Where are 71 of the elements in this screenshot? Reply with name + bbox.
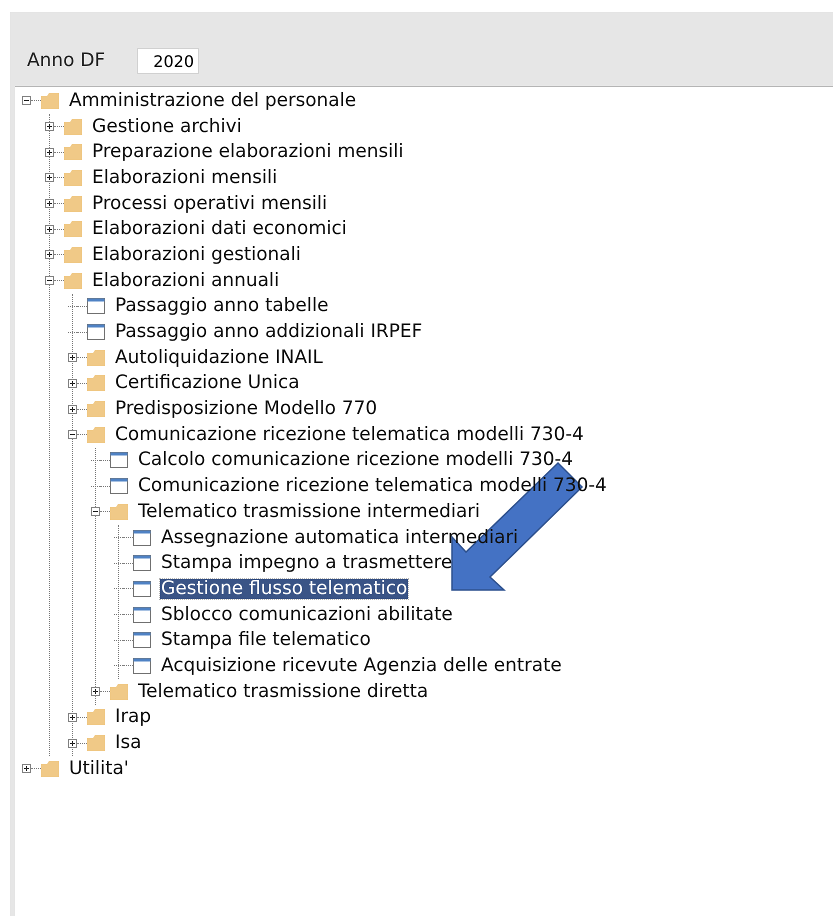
- tree-item[interactable]: Preparazione elaborazioni mensili: [91, 142, 405, 162]
- tree-item[interactable]: Autoliquidazione INAIL: [114, 348, 324, 368]
- expand-icon[interactable]: [45, 148, 54, 157]
- folder-icon: [110, 684, 128, 700]
- tree-item[interactable]: Irap: [114, 707, 152, 728]
- tree-item[interactable]: Elaborazioni dati economici: [91, 219, 348, 240]
- folder-icon: [64, 246, 82, 263]
- folder-icon: [41, 760, 59, 777]
- expand-icon[interactable]: [22, 764, 31, 774]
- folder-icon: [87, 709, 105, 726]
- tree-item[interactable]: Acquisizione ricevute Agenzia delle entrate: [160, 656, 563, 676]
- expand-icon[interactable]: [45, 173, 54, 182]
- collapse-icon[interactable]: [68, 430, 77, 440]
- window-icon: [87, 298, 105, 314]
- window-icon: [133, 580, 151, 597]
- window-icon: [133, 632, 151, 648]
- folder-icon: [64, 170, 82, 186]
- tree-item[interactable]: Telematico trasmissione intermediari: [137, 502, 482, 522]
- folder-icon: [64, 144, 82, 160]
- tree-item[interactable]: Comunicazione ricezione telematica modelli 730-4: [114, 424, 585, 445]
- folder-icon: [87, 426, 105, 443]
- tree-item[interactable]: Gestione archivi: [91, 116, 243, 137]
- tree-item[interactable]: Telematico trasmissione diretta: [137, 682, 430, 702]
- tree-item[interactable]: Predisposizione Modello 770: [114, 399, 378, 420]
- tree-item[interactable]: Sblocco comunicazioni abilitate: [160, 604, 454, 625]
- tree-item[interactable]: Stampa file telematico: [160, 630, 372, 650]
- expand-icon[interactable]: [68, 404, 77, 414]
- collapse-icon[interactable]: [45, 276, 54, 286]
- tree-item[interactable]: Elaborazioni mensili: [91, 168, 278, 188]
- collapse-icon[interactable]: [22, 96, 31, 106]
- folder-icon: [110, 504, 128, 520]
- folder-icon: [41, 92, 59, 109]
- tree-item[interactable]: Elaborazioni gestionali: [91, 244, 302, 265]
- folder-icon: [87, 375, 105, 392]
- expand-icon[interactable]: [68, 353, 77, 362]
- tree-item[interactable]: Passaggio anno addizionali IRPEF: [114, 322, 424, 342]
- expand-icon[interactable]: [45, 224, 54, 234]
- tree-item[interactable]: Isa: [114, 733, 142, 754]
- window-icon: [133, 606, 151, 623]
- expand-icon[interactable]: [45, 199, 54, 208]
- window-icon: [87, 324, 105, 340]
- expand-icon[interactable]: [68, 378, 77, 388]
- tree-item[interactable]: Processi operativi mensili: [91, 194, 328, 214]
- folder-icon: [64, 118, 82, 135]
- tree-item[interactable]: Elaborazioni annuali: [91, 270, 280, 291]
- tree-item[interactable]: Passaggio anno tabelle: [114, 296, 330, 316]
- expand-icon[interactable]: [45, 250, 54, 260]
- window-icon: [133, 658, 151, 674]
- field-label: Anno DF: [27, 49, 106, 74]
- folder-icon: [64, 272, 82, 289]
- expand-icon[interactable]: [45, 122, 54, 132]
- window-icon: [110, 452, 128, 468]
- window-icon: [133, 530, 151, 546]
- expand-icon[interactable]: [68, 738, 77, 748]
- tree-item[interactable]: Certificazione Unica: [114, 373, 301, 394]
- folder-icon: [64, 196, 82, 212]
- tree-item[interactable]: Stampa impegno a trasmettere: [160, 553, 454, 574]
- folder-icon: [87, 350, 105, 366]
- tree-item[interactable]: Calcolo comunicazione ricezione modelli 730-4: [137, 450, 574, 470]
- window-icon: [133, 555, 151, 572]
- collapse-icon[interactable]: [91, 507, 100, 516]
- tree-item[interactable]: Gestione flusso telematico: [160, 578, 408, 599]
- tree-item[interactable]: Amministrazione del personale: [68, 90, 358, 111]
- expand-icon[interactable]: [91, 687, 100, 696]
- folder-icon: [64, 221, 82, 238]
- folder-icon: [87, 401, 105, 418]
- expand-icon[interactable]: [68, 712, 77, 722]
- year-field[interactable]: 2020: [137, 48, 199, 74]
- folder-icon: [87, 735, 105, 752]
- window-icon: [110, 478, 128, 494]
- tree-item[interactable]: Utilita': [68, 758, 130, 779]
